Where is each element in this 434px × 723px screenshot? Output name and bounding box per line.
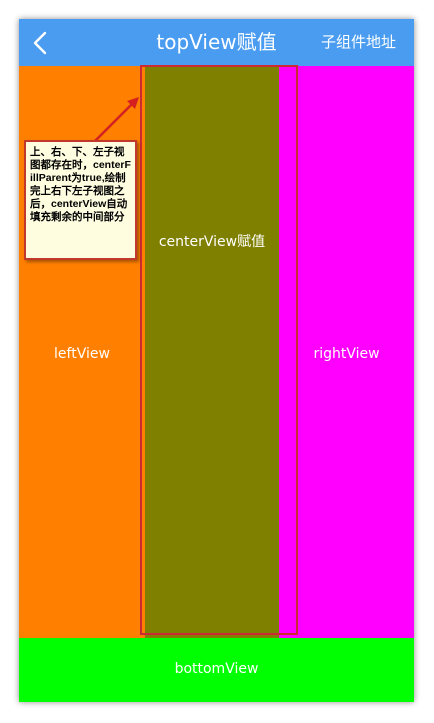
center-view: centerView赋值 — [145, 66, 279, 638]
bottom-view-label: bottomView — [174, 661, 259, 677]
right-view: rightView — [279, 66, 414, 638]
center-view-label: centerView赋值 — [158, 234, 266, 250]
left-view-label: leftView — [54, 346, 110, 362]
bottom-view: bottomView — [19, 638, 414, 702]
top-view: topView赋值 子组件地址 — [19, 19, 414, 66]
right-view-label: rightView — [313, 346, 380, 362]
sub-component-address-link[interactable]: 子组件地址 — [321, 19, 396, 66]
chevron-left-icon — [33, 31, 47, 55]
annotation-callout: 上、右、下、左子视图都存在时，centerFillParent为true,绘制完… — [24, 140, 137, 260]
back-button[interactable] — [25, 27, 57, 59]
phone-screen: topView赋值 子组件地址 leftView rightView cente… — [19, 19, 414, 702]
